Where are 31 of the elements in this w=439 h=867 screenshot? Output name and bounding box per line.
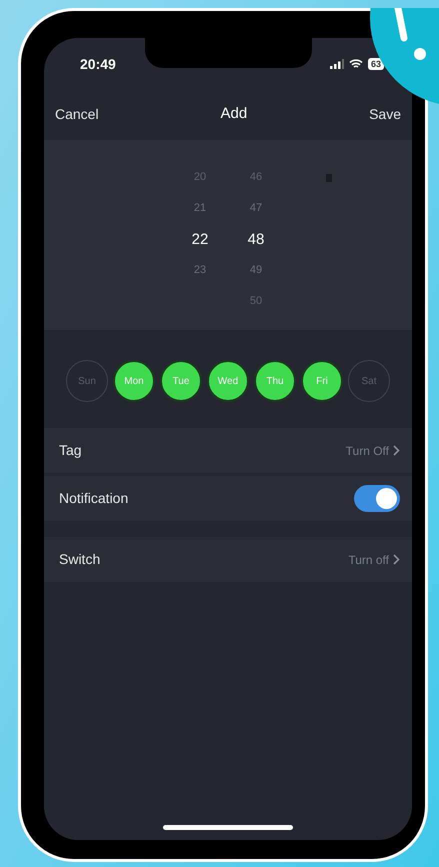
- row-value: Turn Off: [346, 442, 389, 460]
- signal-icon: [330, 59, 344, 69]
- status-time: 20:49: [80, 54, 116, 74]
- battery-level: 63: [368, 58, 384, 70]
- weekday-toggle[interactable]: Sat: [348, 360, 390, 402]
- weekday-toggle[interactable]: Thu: [254, 360, 296, 402]
- picker-value[interactable]: 22: [192, 224, 208, 255]
- picker-value[interactable]: 23: [194, 255, 206, 286]
- chevron-right-icon: [393, 445, 400, 456]
- settings-row[interactable]: Switch Turn off: [44, 537, 412, 582]
- chevron-right-icon: [393, 554, 400, 565]
- picker-value[interactable]: 47: [250, 193, 262, 224]
- row-value: Turn off: [348, 552, 389, 568]
- picker-value[interactable]: 48: [248, 224, 264, 255]
- weekday-toggle[interactable]: Sun: [66, 360, 108, 402]
- weekday-toggle[interactable]: Tue: [160, 360, 202, 402]
- row-label: Notification: [59, 489, 128, 508]
- picker-value[interactable]: 21: [194, 193, 206, 224]
- settings-row[interactable]: Tag Turn Off: [44, 428, 412, 473]
- screen-title: Add: [220, 104, 248, 124]
- save-button[interactable]: Save: [369, 104, 401, 124]
- picker-value[interactable]: 49: [250, 255, 262, 286]
- settings-row[interactable]: Notification: [44, 476, 412, 521]
- wifi-icon: [348, 59, 363, 69]
- weekday-toggle[interactable]: Mon: [113, 360, 155, 402]
- row-label: Switch: [59, 550, 100, 569]
- weekday-toggle[interactable]: Wed: [207, 360, 249, 402]
- cancel-button[interactable]: Cancel: [55, 104, 99, 124]
- notification-toggle[interactable]: [354, 485, 400, 512]
- row-label: Tag: [59, 441, 82, 460]
- weekday-toggle[interactable]: Fri: [301, 360, 343, 402]
